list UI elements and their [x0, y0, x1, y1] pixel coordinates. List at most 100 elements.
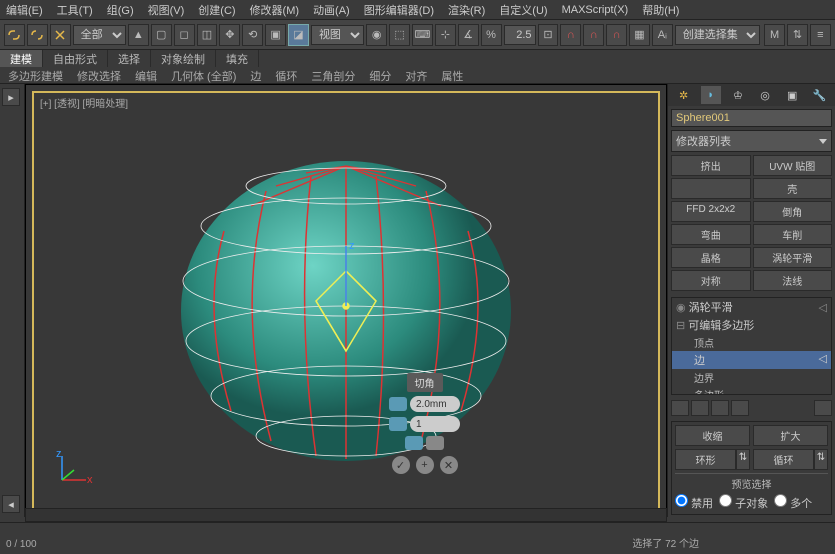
menu-grapheditor[interactable]: 图形编辑器(D): [364, 2, 434, 18]
ribbon-tab-selection[interactable]: 选择: [108, 50, 151, 67]
manipulate-icon[interactable]: ◪: [288, 24, 309, 46]
menu-customize[interactable]: 自定义(U): [499, 2, 547, 18]
bind-icon[interactable]: [50, 24, 71, 46]
gutter-expand-icon[interactable]: ▸: [2, 88, 20, 106]
stack-turbosmooth[interactable]: ◉涡轮平滑◁: [672, 298, 831, 316]
chk-multi[interactable]: 多个: [774, 494, 812, 511]
btn-bend[interactable]: 弯曲: [671, 224, 751, 245]
btn-loop[interactable]: 循环: [753, 449, 814, 470]
unique-icon[interactable]: [711, 400, 729, 416]
ribbon-sub-align[interactable]: 对齐: [401, 68, 431, 84]
panel-tab-utilities-icon[interactable]: 🔧: [809, 86, 829, 104]
layers-icon[interactable]: ≡: [810, 24, 831, 46]
select-icon[interactable]: ▲: [128, 24, 149, 46]
move-icon[interactable]: ✥: [219, 24, 240, 46]
stack-editpoly[interactable]: ⊟可编辑多边形: [672, 316, 831, 334]
btn-turbosmooth[interactable]: 涡轮平滑: [753, 247, 833, 268]
remove-mod-icon[interactable]: [731, 400, 749, 416]
btn-bevel[interactable]: 倒角: [753, 201, 833, 222]
ring-spinner[interactable]: ⇅: [736, 449, 750, 470]
stack-border[interactable]: 边界: [672, 369, 831, 386]
ribbon-sub-modifysel[interactable]: 修改选择: [73, 68, 125, 84]
axis-y-icon[interactable]: ∩: [583, 24, 604, 46]
align-icon[interactable]: ⇅: [787, 24, 808, 46]
chk-disable[interactable]: 禁用: [675, 494, 713, 511]
btn-empty1[interactable]: [671, 178, 751, 199]
ribbon-sub-tri[interactable]: 三角剖分: [307, 68, 359, 84]
rect-select-icon[interactable]: ◻: [174, 24, 195, 46]
menu-tools[interactable]: 工具(T): [57, 2, 93, 18]
caddy-opt1-icon[interactable]: [405, 436, 423, 450]
btn-symmetry[interactable]: 对称: [671, 270, 751, 291]
ribbon-sub-subdiv[interactable]: 细分: [365, 68, 395, 84]
panel-tab-motion-icon[interactable]: ◎: [755, 86, 775, 104]
rotate-icon[interactable]: ⟲: [242, 24, 263, 46]
configure-icon[interactable]: [814, 400, 832, 416]
caddy-apply-icon[interactable]: +: [416, 456, 434, 474]
stack-polygon[interactable]: 多边形: [672, 386, 831, 395]
ribbon-sub-edit[interactable]: 编辑: [131, 68, 161, 84]
snap-move-icon[interactable]: ⊹: [435, 24, 456, 46]
spinner-snap[interactable]: [504, 25, 536, 45]
btn-normal[interactable]: 法线: [753, 270, 833, 291]
ref-coord-system[interactable]: 视图: [311, 25, 364, 45]
menu-help[interactable]: 帮助(H): [642, 2, 679, 18]
ribbon-tab-objectpaint[interactable]: 对象绘制: [151, 50, 216, 67]
btn-lathe[interactable]: 车削: [753, 224, 833, 245]
caddy-segments-icon[interactable]: [389, 417, 407, 431]
ribbon-sub-edge[interactable]: 边: [246, 68, 265, 84]
select-manipulate-icon[interactable]: ⬚: [389, 24, 410, 46]
caddy-ok-icon[interactable]: ✓: [392, 456, 410, 474]
selection-filter[interactable]: 全部: [73, 25, 126, 45]
chk-subobj[interactable]: 子对象: [719, 494, 768, 511]
loop-spinner[interactable]: ⇅: [814, 449, 828, 470]
unlink-icon[interactable]: [27, 24, 48, 46]
ribbon-sub-geometry[interactable]: 几何体 (全部): [167, 68, 240, 84]
gutter-collapse-icon[interactable]: ◂: [2, 495, 20, 513]
btn-ffd[interactable]: FFD 2x2x2: [671, 201, 751, 222]
stack-edge[interactable]: 边◁: [672, 351, 831, 369]
ribbon-tab-populate[interactable]: 填充: [216, 50, 259, 67]
menu-group[interactable]: 组(G): [107, 2, 134, 18]
axis-z-icon[interactable]: ∩: [606, 24, 627, 46]
ribbon-tab-freeform[interactable]: 自由形式: [43, 50, 108, 67]
panel-tab-hierarchy-icon[interactable]: ♔: [728, 86, 748, 104]
caddy-segments-input[interactable]: [416, 419, 454, 430]
menu-modifiers[interactable]: 修改器(M): [250, 2, 300, 18]
stack-vertex[interactable]: 顶点: [672, 334, 831, 351]
menu-maxscript[interactable]: MAXScript(X): [562, 4, 629, 16]
menu-animation[interactable]: 动画(A): [313, 2, 350, 18]
menu-create[interactable]: 创建(C): [198, 2, 235, 18]
axis-x-icon[interactable]: ∩: [560, 24, 581, 46]
btn-lattice[interactable]: 晶格: [671, 247, 751, 268]
btn-ring[interactable]: 环形: [675, 449, 736, 470]
named-sel-icon[interactable]: Aᵢ: [652, 24, 673, 46]
ribbon-sub-polymodel[interactable]: 多边形建模: [4, 68, 67, 84]
panel-tab-modify-icon[interactable]: ◗: [701, 86, 721, 104]
btn-extrude[interactable]: 挤出: [671, 155, 751, 176]
link-icon[interactable]: [4, 24, 25, 46]
show-end-icon[interactable]: [691, 400, 709, 416]
snap-toggle-icon[interactable]: ⊡: [538, 24, 559, 46]
edged-faces-icon[interactable]: ▦: [629, 24, 650, 46]
panel-tab-create-icon[interactable]: ✲: [674, 86, 694, 104]
object-name-input[interactable]: [671, 109, 832, 127]
btn-shrink[interactable]: 收缩: [675, 425, 750, 446]
panel-tab-display-icon[interactable]: ▣: [782, 86, 802, 104]
snap-angle-icon[interactable]: ∡: [458, 24, 479, 46]
btn-shell[interactable]: 壳: [753, 178, 833, 199]
menu-view[interactable]: 视图(V): [148, 2, 185, 18]
caddy-amount-input[interactable]: [416, 399, 454, 410]
ribbon-tab-modeling[interactable]: 建模: [0, 50, 43, 67]
caddy-opt2-icon[interactable]: [426, 436, 444, 450]
btn-grow[interactable]: 扩大: [753, 425, 828, 446]
menu-edit[interactable]: 编辑(E): [6, 2, 43, 18]
pin-stack-icon[interactable]: [671, 400, 689, 416]
scale-icon[interactable]: ▣: [265, 24, 286, 46]
caddy-cancel-icon[interactable]: ✕: [440, 456, 458, 474]
modifier-list[interactable]: 修改器列表: [671, 130, 832, 152]
pivot-icon[interactable]: ◉: [366, 24, 387, 46]
snap-percent-icon[interactable]: %: [481, 24, 502, 46]
select-name-icon[interactable]: ▢: [151, 24, 172, 46]
ribbon-sub-loop[interactable]: 循环: [271, 68, 301, 84]
